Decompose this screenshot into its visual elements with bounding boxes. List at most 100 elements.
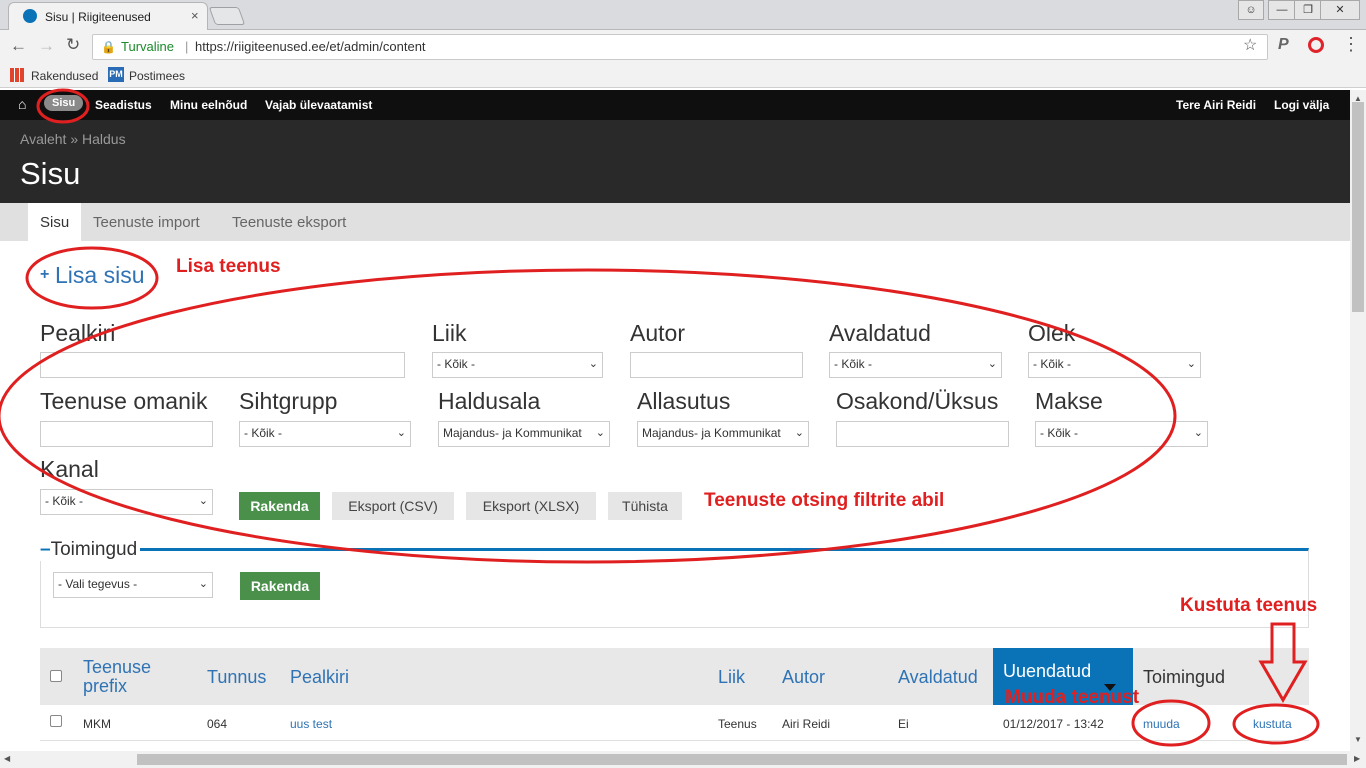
title-filter-input[interactable] bbox=[40, 352, 405, 378]
tab-sisu[interactable]: Sisu bbox=[28, 203, 81, 241]
toolbar-item-sisu[interactable]: Sisu bbox=[44, 95, 84, 111]
annotation-add: Lisa teenus bbox=[176, 256, 281, 277]
minimize-icon[interactable]: — bbox=[1268, 0, 1296, 20]
cell-published: Ei bbox=[898, 717, 909, 731]
cell-code: 064 bbox=[207, 717, 228, 731]
logout-link[interactable]: Logi välja bbox=[1274, 98, 1329, 112]
url-separator: | bbox=[185, 39, 189, 54]
th-updated[interactable]: Uuendatud bbox=[1003, 661, 1091, 682]
scroll-down-icon[interactable]: ▼ bbox=[1354, 735, 1362, 744]
bookmark-rakendused[interactable]: Rakendused bbox=[31, 69, 98, 83]
restore-icon[interactable]: ❐ bbox=[1294, 0, 1322, 20]
dept-filter-input[interactable] bbox=[836, 421, 1009, 447]
back-icon[interactable]: ← bbox=[10, 36, 27, 56]
edit-link[interactable]: muuda bbox=[1143, 717, 1180, 731]
menu-icon[interactable]: ⋮ bbox=[1342, 34, 1360, 55]
p-extension-icon[interactable]: P bbox=[1278, 36, 1289, 54]
actions-legend-text: Toimingud bbox=[50, 539, 138, 560]
target-filter-select[interactable]: - Kõik - ⌄ bbox=[239, 421, 411, 447]
channel-filter-label: Kanal bbox=[40, 456, 99, 482]
export-xlsx-button[interactable]: Eksport (XLSX) bbox=[466, 492, 596, 520]
breadcrumb[interactable]: Avaleht » Haldus bbox=[20, 131, 126, 147]
published-filter-value: - Kõik - bbox=[834, 357, 873, 371]
bookmark-postimees[interactable]: Postimees bbox=[129, 69, 185, 83]
type-filter-label: Liik bbox=[432, 320, 467, 346]
browser-tab[interactable]: Sisu | Riigiteenused × bbox=[8, 2, 208, 30]
type-filter-select[interactable]: - Kõik - ⌄ bbox=[432, 352, 603, 378]
horizontal-scroll-thumb[interactable] bbox=[137, 754, 1347, 765]
new-tab-button[interactable] bbox=[208, 7, 246, 25]
owner-filter-input[interactable] bbox=[40, 421, 213, 447]
page-header: Avaleht » Haldus Sisu bbox=[0, 120, 1350, 203]
tab-teenuste-eksport[interactable]: Teenuste eksport bbox=[232, 214, 346, 231]
th-published[interactable]: Avaldatud bbox=[898, 667, 978, 688]
toolbar-item-minu-eelnoud[interactable]: Minu eelnõud bbox=[170, 98, 247, 112]
domain-filter-value: Majandus- ja Kommunikat bbox=[443, 426, 582, 440]
fee-filter-select[interactable]: - Kõik - ⌄ bbox=[1035, 421, 1208, 447]
admin-toolbar: ⌂ Sisu Seadistus Minu eelnõud Vajab ülev… bbox=[0, 90, 1350, 120]
row-checkbox[interactable] bbox=[50, 715, 62, 727]
title-filter-label: Pealkiri bbox=[40, 320, 116, 346]
forward-icon[interactable]: → bbox=[38, 36, 55, 56]
add-content-link[interactable]: Lisa sisu bbox=[55, 262, 144, 289]
opera-extension-icon[interactable] bbox=[1308, 37, 1324, 53]
type-filter-value: - Kõik - bbox=[437, 357, 476, 371]
address-bar[interactable]: 🔒 Turvaline | https://riigiteenused.ee/e… bbox=[92, 34, 1268, 60]
fee-filter-label: Makse bbox=[1035, 388, 1103, 414]
cell-title-link[interactable]: uus test bbox=[290, 717, 332, 731]
filter-apply-button[interactable]: Rakenda bbox=[239, 492, 320, 520]
th-prefix[interactable]: Teenuse prefix bbox=[83, 658, 183, 696]
channel-filter-select[interactable]: - Kõik - ⌄ bbox=[40, 489, 213, 515]
user-name[interactable]: Airi Reidi bbox=[1203, 98, 1256, 112]
dept-filter-label: Osakond/Üksus bbox=[836, 388, 999, 414]
annotation-delete: Kustuta teenus bbox=[1180, 595, 1318, 616]
cell-updated: 01/12/2017 - 13:42 bbox=[1003, 717, 1104, 731]
th-title[interactable]: Pealkiri bbox=[290, 667, 349, 688]
home-icon[interactable]: ⌂ bbox=[18, 96, 26, 112]
domain-filter-select[interactable]: Majandus- ja Kommunikat ⌄ bbox=[438, 421, 610, 447]
vertical-scroll-thumb[interactable] bbox=[1352, 102, 1364, 312]
chevron-down-icon: ⌄ bbox=[1193, 427, 1203, 439]
tab-teenuste-import[interactable]: Teenuste import bbox=[93, 214, 200, 231]
select-all-checkbox[interactable] bbox=[50, 670, 62, 682]
chevron-down-icon: ⌄ bbox=[198, 495, 208, 507]
tab-close-icon[interactable]: × bbox=[191, 8, 199, 23]
chevron-down-icon: ⌄ bbox=[595, 426, 605, 439]
legend-dash-icon: – bbox=[40, 539, 51, 560]
apps-icon bbox=[10, 68, 24, 82]
horizontal-scrollbar[interactable]: ◀ ▶ bbox=[0, 751, 1366, 768]
browser-tab-bar: Sisu | Riigiteenused × ☺ — ❐ ✕ bbox=[0, 0, 1366, 30]
th-author[interactable]: Autor bbox=[782, 667, 825, 688]
table-row bbox=[40, 705, 1309, 741]
drupal-favicon-icon bbox=[23, 9, 37, 23]
state-filter-select[interactable]: - Kõik - ⌄ bbox=[1028, 352, 1201, 378]
annotation-edit: Muuda teenust bbox=[1005, 687, 1140, 708]
toolbar-item-seadistus[interactable]: Seadistus bbox=[95, 98, 152, 112]
bulk-action-select[interactable]: - Vali tegevus - ⌄ bbox=[53, 572, 213, 598]
bookmark-star-icon[interactable]: ☆ bbox=[1243, 34, 1257, 58]
reset-button[interactable]: Tühista bbox=[608, 492, 682, 520]
th-type[interactable]: Liik bbox=[718, 667, 745, 688]
chevron-down-icon: ⌄ bbox=[1186, 358, 1196, 370]
reload-icon[interactable]: ↻ bbox=[66, 35, 80, 55]
page-title: Sisu bbox=[20, 156, 81, 191]
export-csv-button[interactable]: Eksport (CSV) bbox=[332, 492, 454, 520]
actions-fieldset bbox=[40, 548, 1309, 628]
annotation-filter: Teenuste otsing filtrite abil bbox=[704, 490, 945, 511]
published-filter-select[interactable]: - Kõik - ⌄ bbox=[829, 352, 1002, 378]
scroll-left-icon[interactable]: ◀ bbox=[4, 754, 10, 763]
bulk-apply-button[interactable]: Rakenda bbox=[240, 572, 320, 600]
url-text: https://riigiteenused.ee/et/admin/conten… bbox=[195, 39, 426, 54]
window-close-icon[interactable]: ✕ bbox=[1320, 0, 1360, 20]
agency-filter-label: Allasutus bbox=[637, 388, 731, 414]
scroll-right-icon[interactable]: ▶ bbox=[1354, 754, 1360, 763]
vertical-scrollbar[interactable]: ▲ ▼ bbox=[1350, 90, 1366, 751]
target-filter-label: Sihtgrupp bbox=[239, 388, 338, 414]
author-filter-input[interactable] bbox=[630, 352, 803, 378]
delete-link[interactable]: kustuta bbox=[1253, 717, 1292, 731]
th-code[interactable]: Tunnus bbox=[207, 667, 266, 688]
toolbar-item-vajab-ulevaatamist[interactable]: Vajab ülevaatamist bbox=[265, 98, 372, 112]
agency-filter-select[interactable]: Majandus- ja Kommunikat ⌄ bbox=[637, 421, 809, 447]
plus-icon: + bbox=[40, 266, 50, 283]
profile-icon[interactable]: ☺ bbox=[1238, 0, 1264, 20]
